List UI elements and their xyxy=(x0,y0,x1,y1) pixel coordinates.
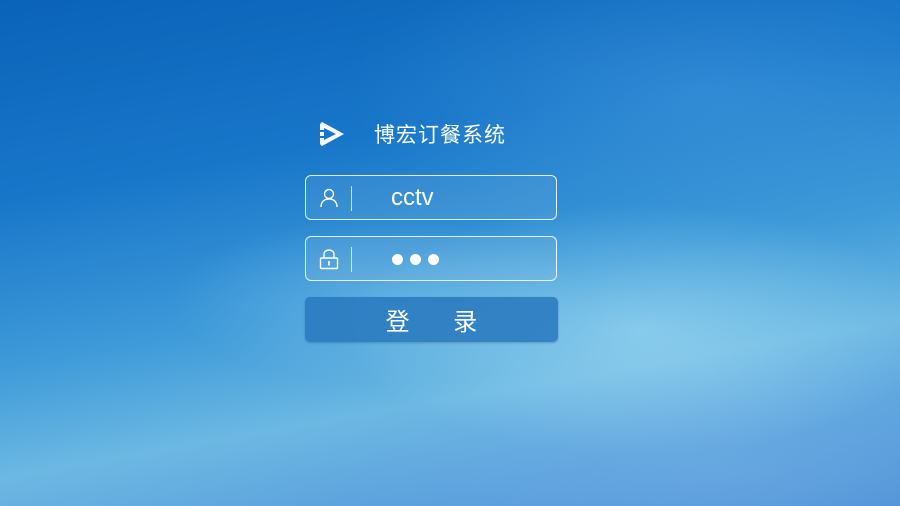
play-logo-icon xyxy=(320,122,344,146)
username-value[interactable]: cctv xyxy=(391,176,434,219)
password-dot xyxy=(410,254,421,265)
password-dot xyxy=(392,254,403,265)
username-field[interactable]: cctv xyxy=(305,175,557,220)
user-icon xyxy=(320,188,338,208)
header: 博宏订餐系统 xyxy=(314,114,506,154)
field-divider xyxy=(351,186,352,211)
app-title: 博宏订餐系统 xyxy=(374,123,506,147)
password-mask[interactable] xyxy=(392,254,439,265)
password-dot xyxy=(428,254,439,265)
password-field[interactable] xyxy=(305,236,557,281)
lock-icon xyxy=(319,249,339,270)
field-divider xyxy=(351,247,352,272)
login-button[interactable]: 登 录 xyxy=(305,297,558,342)
